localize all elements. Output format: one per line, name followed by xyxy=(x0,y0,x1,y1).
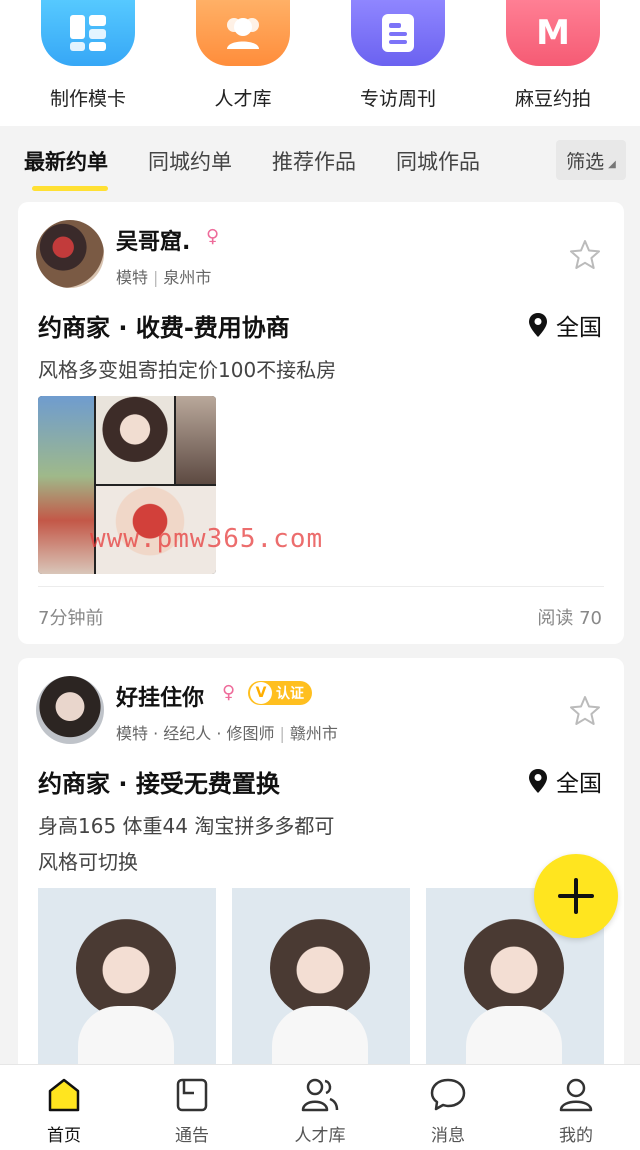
user-city: 泉州市 xyxy=(163,268,212,287)
nav-talent[interactable]: 人才库 xyxy=(275,1075,365,1146)
post-description: 风格多变姐寄拍定价100不接私房 xyxy=(38,358,337,382)
nav-label: 消息 xyxy=(431,1126,465,1146)
m-letter: M xyxy=(536,13,570,53)
post-title: 约商家 · 接受无费置换 xyxy=(38,770,280,798)
female-icon: ♀ xyxy=(206,226,220,247)
nav-messages[interactable]: 消息 xyxy=(403,1075,493,1146)
user-roles: 模特 · 经纪人 · 修图师 xyxy=(116,724,275,743)
location-pin-icon xyxy=(529,313,547,337)
post-time: 7分钟前 xyxy=(38,608,104,629)
user-roles: 模特 xyxy=(116,268,149,287)
collage-photo xyxy=(38,396,94,574)
location-text: 全国 xyxy=(556,771,602,797)
username[interactable]: 好挂住你 xyxy=(116,680,204,712)
watermark: www.pmw365.com xyxy=(90,524,324,554)
quick-link-photoshoot[interactable]: M 麻豆约拍 xyxy=(498,0,608,111)
post-title: 约商家 · 收费-费用协商 xyxy=(38,314,290,342)
create-post-button[interactable] xyxy=(534,854,618,938)
divider xyxy=(38,586,604,587)
quick-link-label: 专访周刊 xyxy=(359,88,436,110)
favorite-star-icon[interactable] xyxy=(568,238,602,272)
nav-profile[interactable]: 我的 xyxy=(531,1075,621,1146)
user-meta: 模特 | 泉州市 xyxy=(116,268,212,287)
favorite-star-icon[interactable] xyxy=(568,694,602,728)
location: 全国 xyxy=(528,764,602,798)
quick-link-interview[interactable]: 专访周刊 xyxy=(343,0,453,111)
location-pin-icon xyxy=(529,769,547,793)
tab-latest-orders[interactable]: 最新约单 xyxy=(24,146,108,176)
document-icon xyxy=(351,0,445,66)
quick-link-make-card[interactable]: 制作模卡 xyxy=(33,0,143,111)
description-line: 身高165 体重44 淘宝拼多多都可 xyxy=(38,814,335,838)
female-icon: ♀ xyxy=(222,682,236,703)
tab-local-works[interactable]: 同城作品 xyxy=(396,146,480,176)
location: 全国 xyxy=(528,308,602,342)
nav-home[interactable]: 首页 xyxy=(19,1075,109,1146)
post-card[interactable]: 吴哥窟. ♀ 模特 | 泉州市 约商家 · 收费-费用协商 全国 风格多变姐寄拍定价… xyxy=(18,202,624,644)
bottom-nav: 首页 通告 人才库 消息 我的 xyxy=(0,1064,640,1150)
m-letter-icon: M xyxy=(506,0,600,66)
collage-photo xyxy=(96,396,174,484)
nav-notice[interactable]: 通告 xyxy=(147,1075,237,1146)
quick-link-label: 麻豆约拍 xyxy=(514,88,591,110)
photo-row xyxy=(38,888,604,1078)
quick-links-bar: 制作模卡 人才库 专访周刊 M 麻豆约拍 xyxy=(0,0,640,126)
verified-badge: V 认证 xyxy=(248,681,312,705)
post-card[interactable]: 好挂住你 ♀ V 认证 模特 · 经纪人 · 修图师 | 赣州市 约商家 · 接受无… xyxy=(18,658,624,1078)
plus-icon xyxy=(558,878,594,914)
grid-icon xyxy=(41,0,135,66)
avatar[interactable] xyxy=(36,220,104,288)
nav-label: 首页 xyxy=(47,1126,81,1146)
tab-local-orders[interactable]: 同城约单 xyxy=(148,146,232,176)
people-icon xyxy=(196,0,290,66)
filter-triangle-icon: ◢ xyxy=(608,158,616,170)
active-tab-indicator xyxy=(32,186,108,191)
post-photo[interactable] xyxy=(38,888,216,1078)
description-line: 风格可切换 xyxy=(38,850,138,874)
home-icon xyxy=(19,1075,109,1115)
nav-label: 我的 xyxy=(559,1126,593,1146)
user-city: 赣州市 xyxy=(289,724,338,743)
notice-icon xyxy=(147,1075,237,1115)
nav-label: 人才库 xyxy=(294,1126,346,1146)
filter-button[interactable]: 筛选 ◢ xyxy=(556,140,626,180)
tab-recommended-works[interactable]: 推荐作品 xyxy=(272,146,356,176)
nav-label: 通告 xyxy=(175,1126,209,1146)
profile-icon xyxy=(531,1075,621,1115)
verified-label: 认证 xyxy=(276,686,304,702)
message-icon xyxy=(403,1075,493,1115)
quick-link-label: 人才库 xyxy=(214,88,272,110)
avatar[interactable] xyxy=(36,676,104,744)
collage-photo xyxy=(176,396,216,484)
read-count: 阅读 70 xyxy=(537,608,602,629)
quick-link-label: 制作模卡 xyxy=(49,88,126,110)
filter-label: 筛选 xyxy=(566,150,605,173)
verified-v-icon: V xyxy=(250,682,272,704)
location-text: 全国 xyxy=(556,315,602,341)
username[interactable]: 吴哥窟. xyxy=(116,224,190,256)
feed-tabs: 最新约单 同城约单 推荐作品 同城作品 筛选 ◢ xyxy=(0,126,640,200)
post-description: 身高165 体重44 淘宝拼多多都可 风格可切换 xyxy=(38,808,334,880)
quick-link-talent[interactable]: 人才库 xyxy=(188,0,298,111)
talent-icon xyxy=(275,1075,365,1115)
post-photo[interactable] xyxy=(232,888,410,1078)
user-meta: 模特 · 经纪人 · 修图师 | 赣州市 xyxy=(116,724,338,743)
